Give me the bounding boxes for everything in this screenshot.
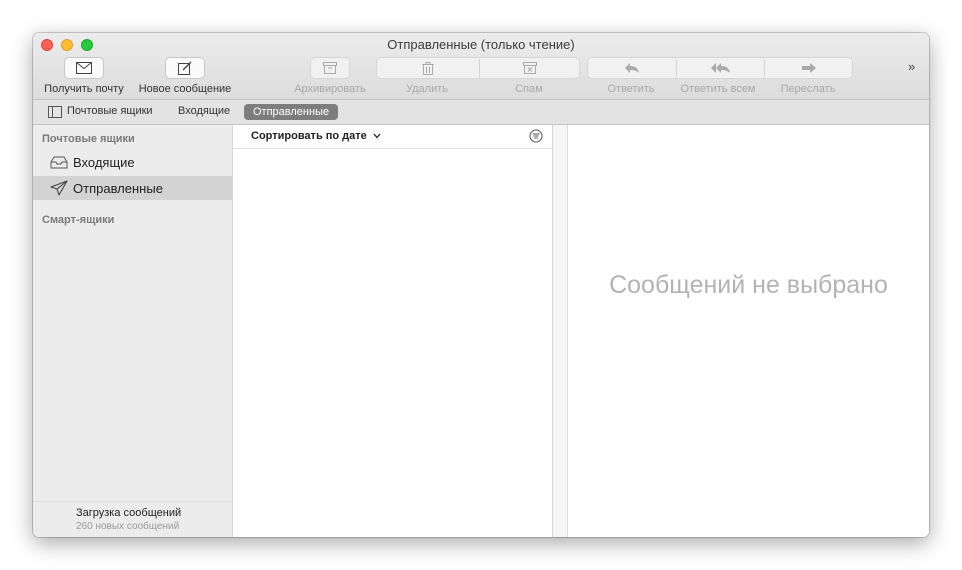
- sidebar-section-mailboxes: Почтовые ящики: [42, 133, 135, 145]
- sidebar: Почтовые ящики Входящие Отправленные Сма…: [33, 125, 233, 537]
- sidebar-item-inbox[interactable]: Входящие: [33, 150, 232, 174]
- new-message-button[interactable]: [165, 57, 205, 79]
- get-mail-button[interactable]: [64, 57, 104, 79]
- mail-window: Отправленные (только чтение) Получить по…: [33, 33, 929, 537]
- forward-label: Переслать: [780, 83, 836, 95]
- favorites-mailboxes[interactable]: Почтовые ящики: [67, 105, 153, 117]
- titlebar: Отправленные (только чтение) Получить по…: [33, 33, 929, 100]
- filter-icon[interactable]: [529, 129, 543, 143]
- trash-icon: [422, 61, 434, 75]
- sort-menu[interactable]: Сортировать по дате: [251, 130, 381, 142]
- forward-button[interactable]: [765, 58, 853, 78]
- sync-substatus: 260 новых сообщений: [76, 521, 180, 532]
- spam-button[interactable]: [480, 58, 580, 78]
- window-title: Отправленные (только чтение): [387, 37, 575, 52]
- reply-all-label: Ответить всем: [680, 83, 756, 95]
- delete-label: Удалить: [406, 83, 448, 95]
- reply-button[interactable]: [588, 58, 676, 78]
- sidebar-toggle-icon[interactable]: [48, 106, 62, 118]
- chevron-down-icon: [373, 133, 381, 139]
- reply-all-button[interactable]: [677, 58, 764, 78]
- sidebar-item-label: Отправленные: [73, 181, 163, 196]
- archive-label: Архивировать: [294, 83, 366, 95]
- favorites-sent[interactable]: Отправленные: [244, 104, 339, 120]
- reply-segment: [587, 57, 853, 79]
- forward-arrow-icon: [802, 63, 816, 73]
- message-viewer: Сообщений не выбрано: [568, 125, 929, 537]
- reply-all-arrow-icon: [710, 63, 730, 73]
- sort-label: Сортировать по дате: [251, 130, 367, 142]
- message-list: Сортировать по дате: [233, 125, 553, 537]
- message-list-header: Сортировать по дате: [233, 125, 552, 149]
- new-message-label: Новое сообщение: [138, 83, 232, 95]
- reply-label: Ответить: [607, 83, 655, 95]
- favorites-inbox[interactable]: Входящие: [178, 105, 230, 117]
- sidebar-divider: [33, 501, 232, 502]
- archive-button[interactable]: [310, 57, 350, 79]
- favorites-bar: Почтовые ящики Входящие Отправленные: [33, 100, 929, 125]
- spam-label: Спам: [515, 83, 543, 95]
- inbox-icon: [50, 156, 68, 169]
- sidebar-section-smart: Смарт-ящики: [42, 214, 115, 226]
- toolbar-overflow-icon[interactable]: »: [908, 59, 915, 74]
- compose-icon: [178, 61, 192, 75]
- paper-plane-icon: [50, 180, 68, 196]
- pane-divider[interactable]: [553, 125, 568, 537]
- envelope-icon: [76, 62, 92, 74]
- delete-button[interactable]: [377, 58, 479, 78]
- no-message-selected: Сообщений не выбрано: [609, 271, 888, 299]
- reply-arrow-icon: [625, 63, 639, 73]
- sidebar-item-label: Входящие: [73, 155, 135, 170]
- sidebar-item-sent[interactable]: Отправленные: [33, 176, 232, 200]
- delete-spam-segment: [376, 57, 580, 79]
- archive-icon: [323, 62, 337, 74]
- junk-icon: [523, 62, 537, 74]
- sync-status: Загрузка сообщений: [76, 507, 182, 519]
- get-mail-label: Получить почту: [44, 83, 124, 95]
